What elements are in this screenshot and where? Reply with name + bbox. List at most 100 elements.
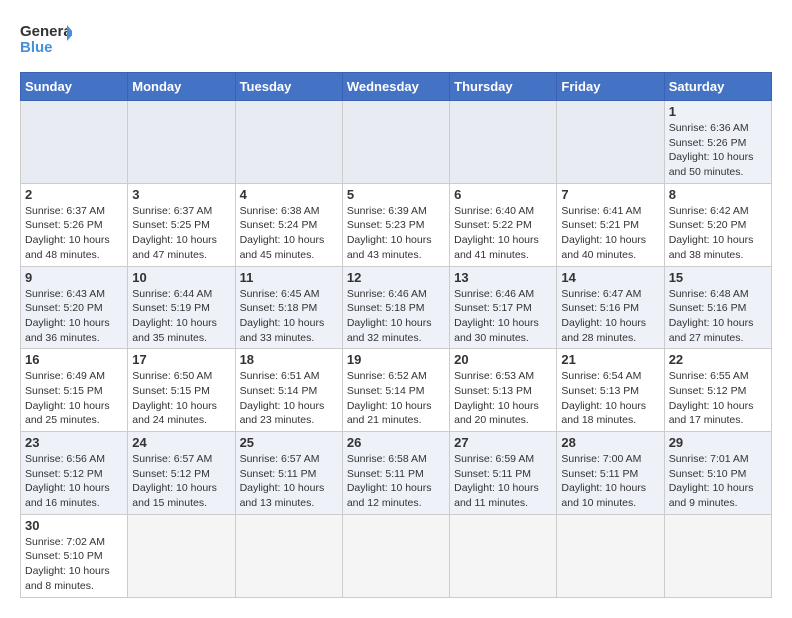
day-info: Sunrise: 6:53 AM Sunset: 5:13 PM Dayligh… [454, 369, 552, 428]
calendar-day-cell: 21Sunrise: 6:54 AM Sunset: 5:13 PM Dayli… [557, 349, 664, 432]
logo-svg: General Blue [20, 20, 72, 62]
calendar-day-cell [235, 101, 342, 184]
day-info: Sunrise: 6:47 AM Sunset: 5:16 PM Dayligh… [561, 287, 659, 346]
day-info: Sunrise: 6:45 AM Sunset: 5:18 PM Dayligh… [240, 287, 338, 346]
day-number: 5 [347, 187, 445, 202]
calendar-day-cell: 2 Sunrise: 6:37 AM Sunset: 5:26 PM Daylig… [21, 183, 128, 266]
calendar-day-cell: 28Sunrise: 7:00 AM Sunset: 5:11 PM Dayli… [557, 432, 664, 515]
calendar-header-monday: Monday [128, 73, 235, 101]
svg-text:Blue: Blue [20, 39, 53, 56]
day-number: 8 [669, 187, 767, 202]
day-info: Sunrise: 6:49 AM Sunset: 5:15 PM Dayligh… [25, 369, 123, 428]
day-info: Sunrise: 6:41 AM Sunset: 5:21 PM Dayligh… [561, 204, 659, 263]
day-number: 7 [561, 187, 659, 202]
day-number: 27 [454, 435, 552, 450]
calendar-day-cell [557, 101, 664, 184]
calendar-header-saturday: Saturday [664, 73, 771, 101]
calendar-day-cell: 22 Sunrise: 6:55 AM Sunset: 5:12 PM Dayli… [664, 349, 771, 432]
calendar-day-cell: 27 Sunrise: 6:59 AM Sunset: 5:11 PM Dayli… [450, 432, 557, 515]
day-number: 24 [132, 435, 230, 450]
day-number: 20 [454, 352, 552, 367]
calendar-day-cell [450, 514, 557, 597]
day-number: 6 [454, 187, 552, 202]
day-info: Sunrise: 6:55 AM Sunset: 5:12 PM Dayligh… [669, 369, 767, 428]
day-number: 4 [240, 187, 338, 202]
day-number: 19 [347, 352, 445, 367]
calendar-day-cell [21, 101, 128, 184]
day-number: 1 [669, 104, 767, 119]
calendar-day-cell: 23Sunrise: 6:56 AM Sunset: 5:12 PM Dayli… [21, 432, 128, 515]
calendar-week-row: 9Sunrise: 6:43 AM Sunset: 5:20 PM Daylig… [21, 266, 772, 349]
day-info: Sunrise: 6:52 AM Sunset: 5:14 PM Dayligh… [347, 369, 445, 428]
day-number: 10 [132, 270, 230, 285]
page-header: General Blue [20, 20, 772, 62]
day-info: Sunrise: 6:37 AM Sunset: 5:25 PM Dayligh… [132, 204, 230, 263]
day-info: Sunrise: 6:42 AM Sunset: 5:20 PM Dayligh… [669, 204, 767, 263]
day-number: 15 [669, 270, 767, 285]
calendar-day-cell [128, 514, 235, 597]
calendar-day-cell: 12Sunrise: 6:46 AM Sunset: 5:18 PM Dayli… [342, 266, 449, 349]
calendar-week-row: 16Sunrise: 6:49 AM Sunset: 5:15 PM Dayli… [21, 349, 772, 432]
day-number: 29 [669, 435, 767, 450]
day-number: 30 [25, 518, 123, 533]
day-info: Sunrise: 6:50 AM Sunset: 5:15 PM Dayligh… [132, 369, 230, 428]
day-number: 2 [25, 187, 123, 202]
calendar-day-cell: 4 Sunrise: 6:38 AM Sunset: 5:24 PM Daylig… [235, 183, 342, 266]
calendar-day-cell: 7 Sunrise: 6:41 AM Sunset: 5:21 PM Daylig… [557, 183, 664, 266]
calendar-day-cell [128, 101, 235, 184]
day-info: Sunrise: 6:59 AM Sunset: 5:11 PM Dayligh… [454, 452, 552, 511]
calendar-day-cell: 13 Sunrise: 6:46 AM Sunset: 5:17 PM Dayli… [450, 266, 557, 349]
calendar-day-cell: 17 Sunrise: 6:50 AM Sunset: 5:15 PM Dayli… [128, 349, 235, 432]
calendar-day-cell: 9Sunrise: 6:43 AM Sunset: 5:20 PM Daylig… [21, 266, 128, 349]
calendar-header-friday: Friday [557, 73, 664, 101]
calendar-day-cell: 6 Sunrise: 6:40 AM Sunset: 5:22 PM Daylig… [450, 183, 557, 266]
day-number: 23 [25, 435, 123, 450]
calendar-day-cell: 14 Sunrise: 6:47 AM Sunset: 5:16 PM Dayli… [557, 266, 664, 349]
day-number: 14 [561, 270, 659, 285]
calendar-day-cell: 1 Sunrise: 6:36 AM Sunset: 5:26 PM Daylig… [664, 101, 771, 184]
day-info: Sunrise: 6:36 AM Sunset: 5:26 PM Dayligh… [669, 121, 767, 180]
day-info: Sunrise: 7:01 AM Sunset: 5:10 PM Dayligh… [669, 452, 767, 511]
day-info: Sunrise: 6:57 AM Sunset: 5:12 PM Dayligh… [132, 452, 230, 511]
day-info: Sunrise: 6:37 AM Sunset: 5:26 PM Dayligh… [25, 204, 123, 263]
day-info: Sunrise: 6:40 AM Sunset: 5:22 PM Dayligh… [454, 204, 552, 263]
calendar-header-sunday: Sunday [21, 73, 128, 101]
day-info: Sunrise: 6:38 AM Sunset: 5:24 PM Dayligh… [240, 204, 338, 263]
calendar-week-row: 2 Sunrise: 6:37 AM Sunset: 5:26 PM Daylig… [21, 183, 772, 266]
calendar-day-cell [664, 514, 771, 597]
day-info: Sunrise: 6:44 AM Sunset: 5:19 PM Dayligh… [132, 287, 230, 346]
day-info: Sunrise: 6:57 AM Sunset: 5:11 PM Dayligh… [240, 452, 338, 511]
calendar-day-cell: 20 Sunrise: 6:53 AM Sunset: 5:13 PM Dayli… [450, 349, 557, 432]
calendar-day-cell: 11 Sunrise: 6:45 AM Sunset: 5:18 PM Dayli… [235, 266, 342, 349]
calendar-week-row: 23Sunrise: 6:56 AM Sunset: 5:12 PM Dayli… [21, 432, 772, 515]
calendar-day-cell: 25 Sunrise: 6:57 AM Sunset: 5:11 PM Dayli… [235, 432, 342, 515]
calendar-day-cell: 10 Sunrise: 6:44 AM Sunset: 5:19 PM Dayli… [128, 266, 235, 349]
day-number: 13 [454, 270, 552, 285]
day-number: 12 [347, 270, 445, 285]
calendar-week-row: 1 Sunrise: 6:36 AM Sunset: 5:26 PM Daylig… [21, 101, 772, 184]
calendar-day-cell: 15Sunrise: 6:48 AM Sunset: 5:16 PM Dayli… [664, 266, 771, 349]
calendar-header-thursday: Thursday [450, 73, 557, 101]
day-number: 11 [240, 270, 338, 285]
day-info: Sunrise: 6:54 AM Sunset: 5:13 PM Dayligh… [561, 369, 659, 428]
day-number: 28 [561, 435, 659, 450]
day-number: 17 [132, 352, 230, 367]
day-info: Sunrise: 7:02 AM Sunset: 5:10 PM Dayligh… [25, 535, 123, 594]
calendar-day-cell [342, 101, 449, 184]
calendar-day-cell: 26 Sunrise: 6:58 AM Sunset: 5:11 PM Dayli… [342, 432, 449, 515]
calendar-day-cell: 29 Sunrise: 7:01 AM Sunset: 5:10 PM Dayli… [664, 432, 771, 515]
calendar-day-cell: 18Sunrise: 6:51 AM Sunset: 5:14 PM Dayli… [235, 349, 342, 432]
day-number: 22 [669, 352, 767, 367]
day-info: Sunrise: 6:58 AM Sunset: 5:11 PM Dayligh… [347, 452, 445, 511]
calendar-day-cell: 8 Sunrise: 6:42 AM Sunset: 5:20 PM Daylig… [664, 183, 771, 266]
calendar-header-wednesday: Wednesday [342, 73, 449, 101]
calendar-day-cell: 19 Sunrise: 6:52 AM Sunset: 5:14 PM Dayli… [342, 349, 449, 432]
calendar-header-row: SundayMondayTuesdayWednesdayThursdayFrid… [21, 73, 772, 101]
day-info: Sunrise: 6:46 AM Sunset: 5:17 PM Dayligh… [454, 287, 552, 346]
calendar-day-cell [235, 514, 342, 597]
calendar-day-cell [557, 514, 664, 597]
day-number: 26 [347, 435, 445, 450]
svg-text:General: General [20, 23, 72, 40]
day-number: 25 [240, 435, 338, 450]
calendar-day-cell: 24 Sunrise: 6:57 AM Sunset: 5:12 PM Dayli… [128, 432, 235, 515]
